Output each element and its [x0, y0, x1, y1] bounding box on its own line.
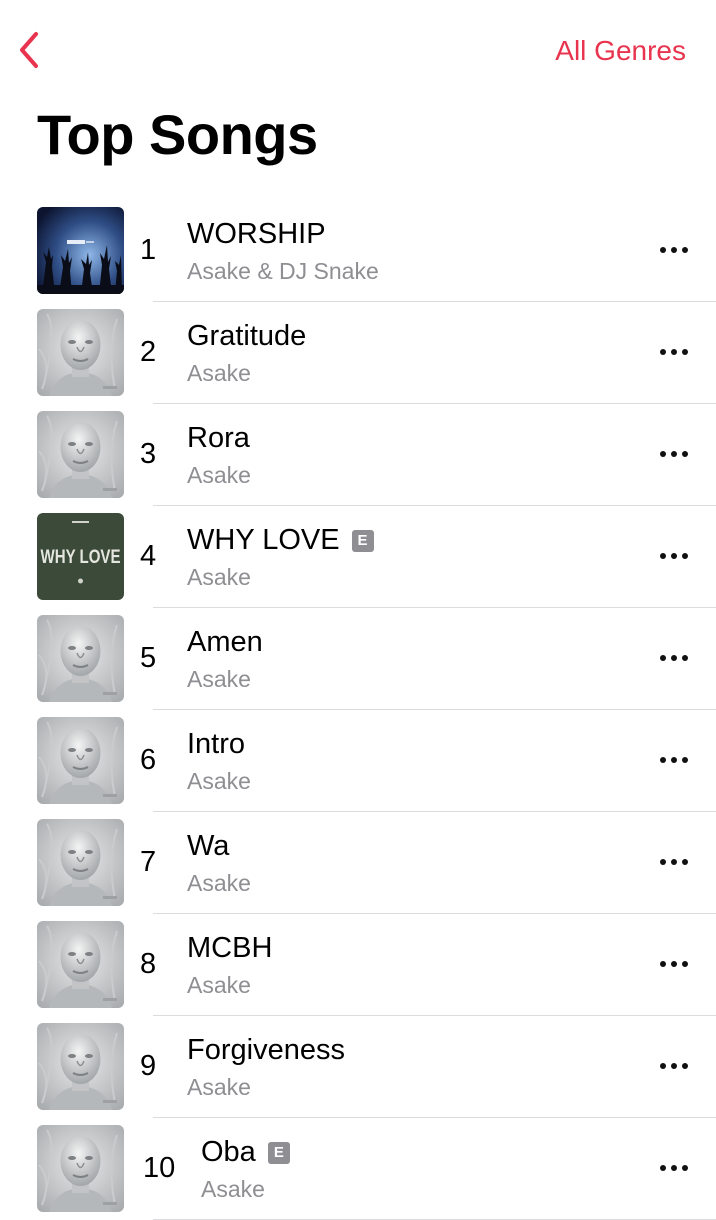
song-artist: Asake	[187, 462, 251, 488]
song-title: WORSHIP	[187, 216, 326, 252]
ellipsis-icon	[660, 247, 688, 253]
song-title-text: Oba	[201, 1136, 256, 1168]
album-art-bust-image	[37, 615, 124, 702]
album-art-bust-image	[37, 819, 124, 906]
song-title: Oba E	[201, 1134, 290, 1170]
album-art-worship-image	[37, 207, 124, 294]
song-artist: Asake	[187, 666, 251, 692]
rank-number: 2	[140, 336, 157, 368]
rank-number: 9	[140, 1050, 157, 1082]
song-row[interactable]: 2 Gratitude Asake	[0, 302, 716, 404]
song-row[interactable]: 9 Forgiveness Asake	[0, 1016, 716, 1118]
song-row[interactable]: 8 MCBH Asake	[0, 914, 716, 1016]
song-title-text: Intro	[187, 728, 246, 760]
album-art	[37, 615, 124, 702]
more-options-button[interactable]	[656, 646, 692, 670]
all-genres-link[interactable]: All Genres	[555, 34, 686, 68]
song-title-text: MCBH	[187, 932, 273, 964]
explicit-badge: E	[267, 1142, 290, 1164]
song-artist: Asake	[187, 870, 251, 896]
album-art	[37, 1023, 124, 1110]
more-options-button[interactable]	[656, 1054, 692, 1078]
album-art-bust-image	[37, 309, 124, 396]
more-options-button[interactable]	[656, 544, 692, 568]
more-options-button[interactable]	[656, 340, 692, 364]
album-art-bust-image	[37, 1125, 124, 1212]
more-options-button[interactable]	[656, 238, 692, 262]
ellipsis-icon	[660, 553, 688, 559]
song-title: MCBH	[187, 930, 272, 966]
ellipsis-icon	[660, 655, 688, 661]
rank-number: 5	[140, 642, 157, 674]
song-row[interactable]: 10 Oba E Asake	[0, 1118, 716, 1220]
chevron-left-icon	[20, 32, 38, 68]
ellipsis-icon	[660, 859, 688, 865]
ellipsis-icon	[660, 349, 688, 355]
album-art-bust-image	[37, 411, 124, 498]
song-title-text: WHY LOVE	[187, 524, 340, 556]
song-artist: Asake	[187, 564, 251, 590]
album-art	[37, 819, 124, 906]
ellipsis-icon	[660, 961, 688, 967]
explicit-badge: E	[351, 530, 374, 552]
album-art-why-love-image: WHY LOVE	[37, 513, 124, 600]
song-row[interactable]: 1 WORSHIP Asake & DJ Snake	[0, 200, 716, 302]
song-title: WHY LOVE E	[187, 522, 374, 558]
song-artist: Asake & DJ Snake	[187, 258, 379, 284]
song-row[interactable]: 7 Wa Asake	[0, 812, 716, 914]
more-options-button[interactable]	[656, 442, 692, 466]
song-title-text: Wa	[187, 830, 230, 862]
album-art	[37, 309, 124, 396]
song-title-text: Rora	[187, 422, 250, 454]
more-options-button[interactable]	[656, 952, 692, 976]
album-art	[37, 411, 124, 498]
rank-number: 6	[140, 744, 157, 776]
rank-number: 3	[140, 438, 157, 470]
album-art	[37, 717, 124, 804]
navigation-bar: All Genres	[0, 0, 716, 100]
page-title: Top Songs	[37, 103, 318, 166]
song-artist: Asake	[187, 1074, 251, 1100]
album-art	[37, 921, 124, 1008]
rank-number: 8	[140, 948, 157, 980]
album-art-bust-image	[37, 717, 124, 804]
album-art	[37, 207, 124, 294]
song-title: Gratitude	[187, 318, 306, 354]
song-title: Amen	[187, 624, 263, 660]
song-title-text: Forgiveness	[187, 1034, 345, 1066]
rank-number: 4	[140, 540, 157, 572]
rank-number: 7	[140, 846, 157, 878]
ellipsis-icon	[660, 1165, 688, 1171]
album-art	[37, 1125, 124, 1212]
song-title-text: WORSHIP	[187, 218, 326, 250]
song-row[interactable]: WHY LOVE 4 WHY LOVE E Asake	[0, 506, 716, 608]
song-artist: Asake	[187, 360, 251, 386]
back-button[interactable]	[12, 28, 48, 72]
song-title: Intro	[187, 726, 245, 762]
rank-number: 10	[143, 1152, 176, 1184]
song-artist: Asake	[187, 972, 251, 998]
album-art-why-love-text: WHY LOVE	[41, 547, 121, 568]
album-art-bust-image	[37, 921, 124, 1008]
song-title: Forgiveness	[187, 1032, 345, 1068]
more-options-button[interactable]	[656, 850, 692, 874]
song-row[interactable]: 5 Amen Asake	[0, 608, 716, 710]
song-row[interactable]: 3 Rora Asake	[0, 404, 716, 506]
ellipsis-icon	[660, 451, 688, 457]
song-artist: Asake	[187, 768, 251, 794]
more-options-button[interactable]	[656, 1156, 692, 1180]
song-row[interactable]: 6 Intro Asake	[0, 710, 716, 812]
album-art-bust-image	[37, 1023, 124, 1110]
ellipsis-icon	[660, 757, 688, 763]
song-title: Wa	[187, 828, 229, 864]
song-title: Rora	[187, 420, 250, 456]
song-title-text: Gratitude	[187, 320, 307, 352]
song-title-text: Amen	[187, 626, 263, 658]
ellipsis-icon	[660, 1063, 688, 1069]
rank-number: 1	[140, 234, 157, 266]
more-options-button[interactable]	[656, 748, 692, 772]
album-art: WHY LOVE	[37, 513, 124, 600]
